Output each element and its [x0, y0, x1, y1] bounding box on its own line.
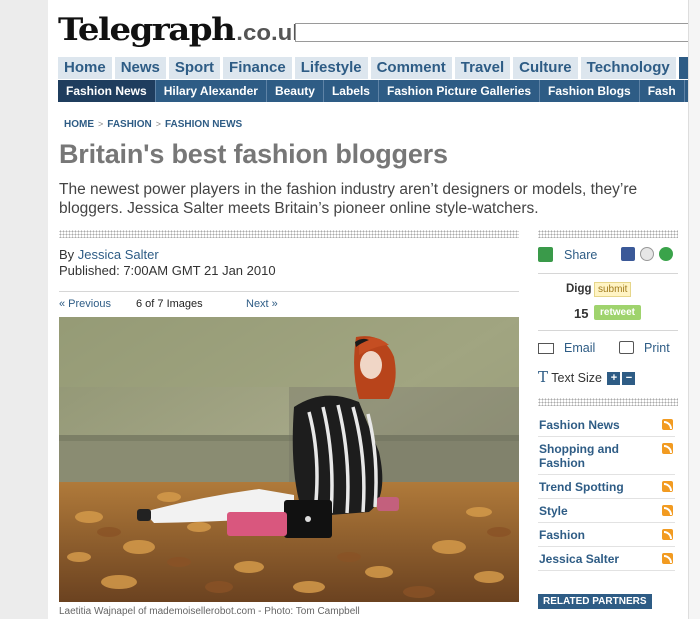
related-link[interactable]: Shopping and Fashion: [538, 437, 675, 475]
reddit-icon[interactable]: [640, 247, 654, 261]
subnav-fashion-news[interactable]: Fashion News: [58, 80, 156, 102]
rss-icon[interactable]: [662, 419, 673, 430]
text-size-icon: T: [538, 368, 549, 386]
nav-home[interactable]: Home: [58, 57, 112, 79]
primary-nav: Home News Sport Finance Lifestyle Commen…: [58, 57, 700, 79]
digg-submit-button[interactable]: submit: [594, 282, 632, 297]
rss-icon[interactable]: [662, 481, 673, 492]
print-link[interactable]: Print: [644, 341, 670, 355]
text-size-increase-button[interactable]: +: [607, 372, 621, 386]
rss-icon[interactable]: [662, 529, 673, 540]
rss-icon[interactable]: [662, 505, 673, 516]
nav-comment[interactable]: Comment: [370, 57, 452, 79]
subnav-overflow[interactable]: Fash: [640, 80, 685, 102]
divider: [538, 330, 678, 331]
published-date: Published: 7:00AM GMT 21 Jan 2010: [59, 263, 276, 278]
image-count: 6 of 7 Images: [136, 298, 203, 310]
subnav-fashion-blogs[interactable]: Fashion Blogs: [540, 80, 640, 102]
related-link-label: Style: [539, 504, 568, 518]
related-link[interactable]: Style: [538, 499, 675, 523]
nav-culture[interactable]: Culture: [513, 57, 578, 79]
byline-prefix: By: [59, 247, 75, 262]
photo-illustration: [59, 317, 519, 602]
nav-news[interactable]: News: [114, 57, 166, 79]
article-standfirst: The newest power players in the fashion …: [59, 181, 638, 217]
photo-caption: Laetitia Wajnapel of mademoisellerobot.c…: [59, 606, 360, 617]
related-partners-heading: RELATED PARTNERS: [538, 594, 652, 609]
text-size-control: T Text Size + −: [538, 368, 636, 386]
related-link[interactable]: Fashion News: [538, 413, 675, 437]
subnav-labels[interactable]: Labels: [324, 80, 379, 102]
divider: [538, 398, 678, 406]
share-icon[interactable]: [538, 247, 553, 262]
byline: By Jessica Salter: [59, 246, 159, 263]
related-link-label: Jessica Salter: [539, 552, 620, 566]
print-icon[interactable]: [619, 341, 634, 354]
subnav-beauty[interactable]: Beauty: [267, 80, 324, 102]
related-link[interactable]: Trend Spotting: [538, 475, 675, 499]
nav-travel[interactable]: Travel: [454, 57, 511, 79]
site-logo[interactable]: Telegraph.co.uk: [58, 12, 306, 49]
subnav-fashion-picture-galleries[interactable]: Fashion Picture Galleries: [379, 80, 541, 102]
next-link[interactable]: Next »: [246, 298, 278, 310]
text-size-label: Text Size: [551, 371, 602, 385]
related-link[interactable]: Fashion: [538, 523, 675, 547]
divider: [538, 273, 678, 274]
gallery-photo[interactable]: [59, 317, 519, 602]
previous-link[interactable]: « Previous: [59, 298, 111, 310]
breadcrumb-home[interactable]: HOME: [64, 119, 94, 130]
related-links: Fashion News Shopping and Fashion Trend …: [538, 413, 675, 571]
author-link[interactable]: Jessica Salter: [78, 247, 159, 262]
stumbleupon-icon[interactable]: [659, 247, 673, 261]
breadcrumb-fashion-news[interactable]: FASHION NEWS: [165, 119, 242, 130]
secondary-nav: Fashion News Hilary Alexander Beauty Lab…: [58, 80, 700, 102]
related-link-label: Shopping and Fashion: [539, 442, 619, 470]
page: Telegraph.co.uk Home News Sport Finance …: [48, 0, 700, 619]
related-link-label: Trend Spotting: [539, 480, 624, 494]
related-link[interactable]: Jessica Salter: [538, 547, 675, 571]
share-link[interactable]: Share: [564, 248, 597, 262]
digg-count: 15: [574, 306, 589, 321]
email-link[interactable]: Email: [564, 341, 595, 355]
email-icon[interactable]: [538, 343, 554, 354]
divider: [59, 291, 519, 292]
rss-icon[interactable]: [662, 553, 673, 564]
masthead: Telegraph.co.uk: [58, 10, 306, 50]
nav-sport[interactable]: Sport: [168, 57, 221, 79]
digg-label: Digg: [566, 283, 592, 295]
breadcrumb: HOME > FASHION > FASHION NEWS: [64, 119, 242, 130]
divider: [538, 230, 678, 238]
nav-lifestyle[interactable]: Lifestyle: [294, 57, 368, 79]
retweet-button[interactable]: retweet: [594, 305, 642, 320]
page-title: Britain's best fashion bloggers: [59, 139, 448, 169]
facebook-icon[interactable]: [621, 247, 635, 261]
scrollbar[interactable]: [688, 0, 700, 619]
logo-text: Telegraph: [58, 11, 236, 49]
breadcrumb-separator: >: [155, 119, 161, 129]
share-row: Share: [538, 246, 678, 264]
nav-technology[interactable]: Technology: [580, 57, 676, 79]
search-input[interactable]: [295, 23, 700, 42]
related-link-label: Fashion: [539, 528, 586, 542]
nav-finance[interactable]: Finance: [223, 57, 292, 79]
breadcrumb-fashion[interactable]: FASHION: [107, 119, 151, 130]
breadcrumb-separator: >: [98, 119, 104, 129]
divider: [59, 230, 519, 238]
rss-icon[interactable]: [662, 443, 673, 454]
related-link-label: Fashion News: [539, 418, 620, 432]
text-size-decrease-button[interactable]: −: [622, 372, 636, 386]
subnav-hilary-alexander[interactable]: Hilary Alexander: [156, 80, 267, 102]
